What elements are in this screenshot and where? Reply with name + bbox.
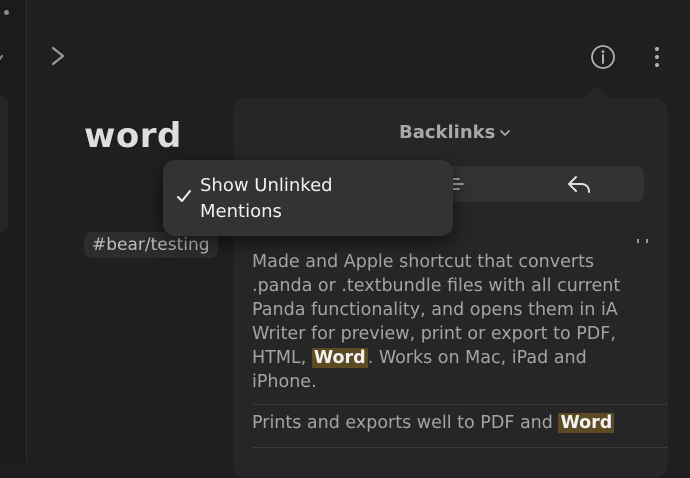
backlink-text: Prints and exports well to PDF and — [252, 413, 559, 433]
info-icon[interactable] — [590, 44, 616, 70]
chevron-down-icon — [500, 129, 511, 136]
backlink-item[interactable]: Made and Apple shortcut that converts .p… — [252, 250, 644, 394]
back-chevron-icon[interactable] — [0, 54, 6, 66]
reply-icon[interactable] — [566, 173, 592, 195]
backlink-highlight: Word — [558, 413, 615, 433]
divider — [252, 447, 668, 448]
view-segmented-control[interactable] — [440, 166, 644, 202]
checkmark-icon — [177, 190, 191, 202]
sidebar-panel-edge — [0, 96, 8, 232]
divider — [252, 404, 668, 405]
window-dot — [4, 10, 9, 15]
backlinks-title: Backlinks — [399, 122, 496, 143]
more-vertical-icon[interactable] — [650, 44, 664, 70]
backlink-highlight: Word — [311, 348, 368, 368]
forward-chevron-icon[interactable] — [47, 44, 69, 68]
backlinks-header[interactable]: Backlinks — [399, 122, 511, 143]
truncated-text-mark — [637, 239, 648, 243]
note-title[interactable]: word — [84, 116, 182, 156]
sidebar-edge — [0, 0, 27, 463]
backlink-item[interactable]: Prints and exports well to PDF and Word — [252, 411, 644, 435]
show-unlinked-mentions-item[interactable]: Show Unlinked Mentions — [200, 173, 400, 225]
